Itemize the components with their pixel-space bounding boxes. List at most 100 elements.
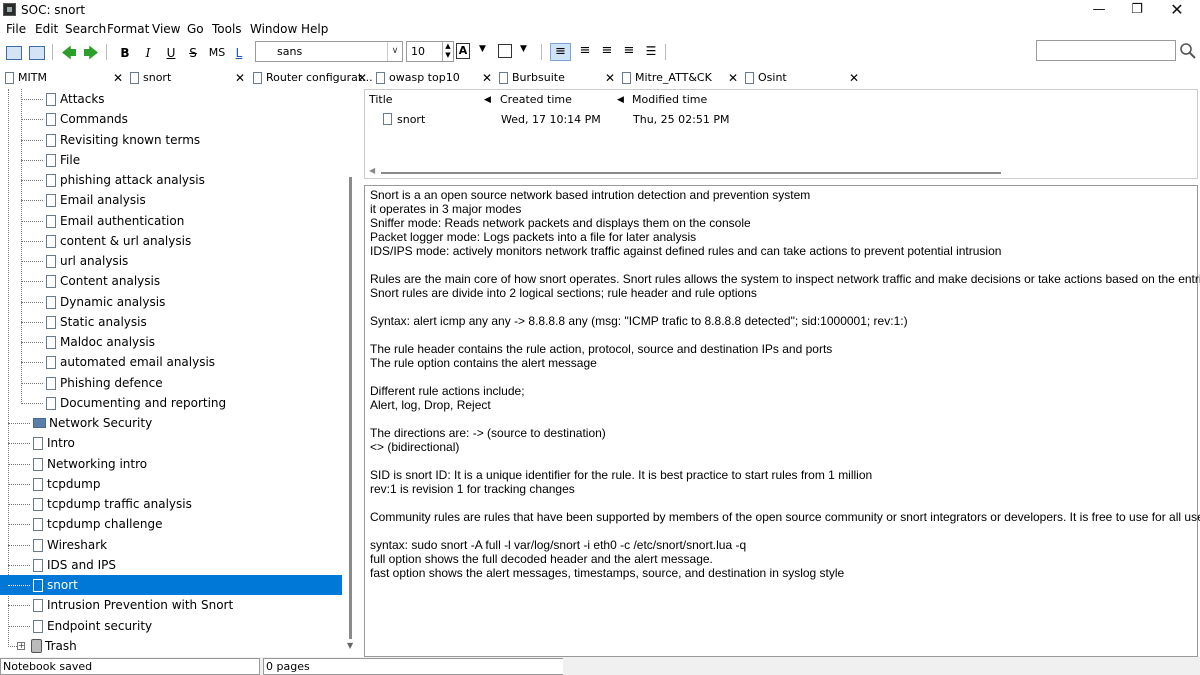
- close-tab-icon[interactable]: ✕: [113, 69, 123, 87]
- background-color-button[interactable]: [498, 44, 512, 58]
- new-page-icon[interactable]: [29, 46, 45, 60]
- tree-item[interactable]: File: [0, 150, 342, 170]
- tree-item[interactable]: Intro: [0, 433, 342, 453]
- menu-go[interactable]: Go: [187, 22, 204, 36]
- tree-item-label: Email analysis: [60, 193, 146, 207]
- close-tab-icon[interactable]: ✕: [849, 69, 859, 87]
- tree-item[interactable]: Commands: [0, 109, 342, 129]
- tree-item[interactable]: snort: [0, 575, 342, 595]
- tree-item[interactable]: Dynamic analysis: [0, 292, 342, 312]
- tree-item[interactable]: IDS and IPS: [0, 555, 342, 575]
- tree-item[interactable]: tcpdump: [0, 474, 342, 494]
- justify-button[interactable]: ≡: [620, 43, 638, 61]
- tree-item[interactable]: automated email analysis: [0, 352, 342, 372]
- tree-item[interactable]: Endpoint security: [0, 616, 342, 636]
- expand-icon[interactable]: +: [17, 642, 25, 650]
- tab-osint[interactable]: Osint ✕: [745, 69, 865, 89]
- page-icon: [46, 316, 56, 329]
- search-input[interactable]: [1036, 40, 1176, 61]
- monospace-button[interactable]: MS: [206, 44, 228, 62]
- close-tab-icon[interactable]: ✕: [235, 69, 245, 87]
- tree-item[interactable]: + Trash: [0, 636, 342, 656]
- chevron-down-icon[interactable]: ▼: [520, 44, 527, 54]
- menu-window[interactable]: Window: [250, 22, 297, 36]
- tree-item[interactable]: url analysis: [0, 251, 342, 271]
- column-modified-time[interactable]: Modified time: [632, 90, 707, 110]
- italic-button[interactable]: I: [141, 44, 155, 62]
- tree-item[interactable]: Phishing defence: [0, 373, 342, 393]
- bullet-list-icon[interactable]: ☰: [642, 43, 660, 61]
- page-icon: [33, 539, 43, 552]
- tree-item[interactable]: Documenting and reporting: [0, 393, 342, 413]
- list-cell-modified[interactable]: Thu, 25 02:51 PM: [633, 110, 729, 130]
- tree-item[interactable]: Attacks: [0, 89, 342, 109]
- tree-branch-line: [21, 241, 43, 242]
- tab-burbsuite[interactable]: Burbsuite ✕: [499, 69, 619, 89]
- font-family-select[interactable]: sans ∨: [255, 41, 403, 62]
- page-editor[interactable]: Snort is a an open source network based …: [364, 185, 1200, 657]
- column-created-time[interactable]: Created time: [500, 90, 572, 110]
- menu-file[interactable]: File: [6, 22, 26, 36]
- tab-owasp-top10[interactable]: owasp top10 ✕: [376, 69, 496, 89]
- scroll-down-icon[interactable]: ▼: [347, 641, 353, 650]
- tree-item-label: Commands: [60, 112, 128, 126]
- tree-item[interactable]: Wireshark: [0, 535, 342, 555]
- tree-item[interactable]: Static analysis: [0, 312, 342, 332]
- tree-item[interactable]: content & url analysis: [0, 231, 342, 251]
- text-color-button[interactable]: A: [456, 43, 470, 59]
- font-size-stepper[interactable]: 10 ▲ ▼: [406, 41, 454, 62]
- tree-item[interactable]: tcpdump traffic analysis: [0, 494, 342, 514]
- tree-item[interactable]: Networking intro: [0, 454, 342, 474]
- tree-item[interactable]: Network Security: [0, 413, 342, 433]
- menu-edit[interactable]: Edit: [35, 22, 58, 36]
- link-button[interactable]: L: [233, 44, 245, 62]
- chevron-down-icon[interactable]: ▼: [479, 44, 486, 54]
- list-cell-created[interactable]: Wed, 17 10:14 PM: [501, 110, 601, 130]
- list-cell-title[interactable]: snort: [397, 110, 425, 130]
- menu-format[interactable]: Format: [107, 22, 149, 36]
- tree-item[interactable]: Revisiting known terms: [0, 130, 342, 150]
- tree-item[interactable]: Email authentication: [0, 211, 342, 231]
- tree-item[interactable]: Content analysis: [0, 271, 342, 291]
- tree-item[interactable]: tcpdump challenge: [0, 514, 342, 534]
- tab-mitre-attck[interactable]: Mitre_ATT&CK ✕: [622, 69, 742, 89]
- tree-branch-line: [8, 626, 30, 627]
- tab-router-configuration[interactable]: Router configurat... ✕: [253, 69, 373, 89]
- search-icon[interactable]: [1179, 42, 1197, 60]
- notebook-icon[interactable]: [6, 46, 22, 60]
- tree-item[interactable]: Maldoc analysis: [0, 332, 342, 352]
- horizontal-scrollbar-thumb[interactable]: [381, 172, 1001, 174]
- column-title[interactable]: Title: [369, 90, 393, 110]
- tree-scrollbar[interactable]: ▼: [344, 89, 358, 657]
- forward-arrow-icon[interactable]: 🡆: [82, 44, 100, 62]
- tree-item[interactable]: Email analysis: [0, 190, 342, 210]
- menu-help[interactable]: Help: [301, 22, 328, 36]
- back-arrow-icon[interactable]: 🡄: [60, 44, 78, 62]
- tree-item-label: Phishing defence: [60, 376, 163, 390]
- close-button[interactable]: ✕: [1154, 0, 1200, 20]
- tree-item[interactable]: phishing attack analysis: [0, 170, 342, 190]
- page-icon: [33, 559, 43, 572]
- align-left-button[interactable]: ≡: [550, 43, 571, 61]
- bold-button[interactable]: B: [118, 44, 132, 62]
- tree-item-label: tcpdump traffic analysis: [47, 497, 192, 511]
- tab-snort[interactable]: snort ✕: [130, 69, 248, 89]
- menu-tools[interactable]: Tools: [212, 22, 242, 36]
- close-tab-icon[interactable]: ✕: [728, 69, 738, 87]
- underline-button[interactable]: U: [164, 44, 178, 62]
- tab-mitm[interactable]: MITM ✕: [5, 69, 125, 89]
- close-tab-icon[interactable]: ✕: [482, 69, 492, 87]
- menu-view[interactable]: View: [152, 22, 180, 36]
- status-message: Notebook saved: [0, 658, 260, 675]
- align-center-button[interactable]: ≡: [576, 43, 594, 61]
- tree-item[interactable]: Intrusion Prevention with Snort: [0, 595, 342, 615]
- align-right-button[interactable]: ≡: [598, 43, 616, 61]
- app-icon: [3, 3, 16, 16]
- tree-branch-line: [8, 605, 30, 606]
- close-tab-icon[interactable]: ✕: [605, 69, 615, 87]
- menu-search[interactable]: Search: [65, 22, 106, 36]
- scrollbar-thumb[interactable]: [349, 177, 352, 639]
- close-tab-icon[interactable]: ✕: [357, 69, 367, 87]
- scroll-left-icon[interactable]: ◀: [369, 166, 375, 175]
- strikethrough-button[interactable]: S: [186, 44, 200, 62]
